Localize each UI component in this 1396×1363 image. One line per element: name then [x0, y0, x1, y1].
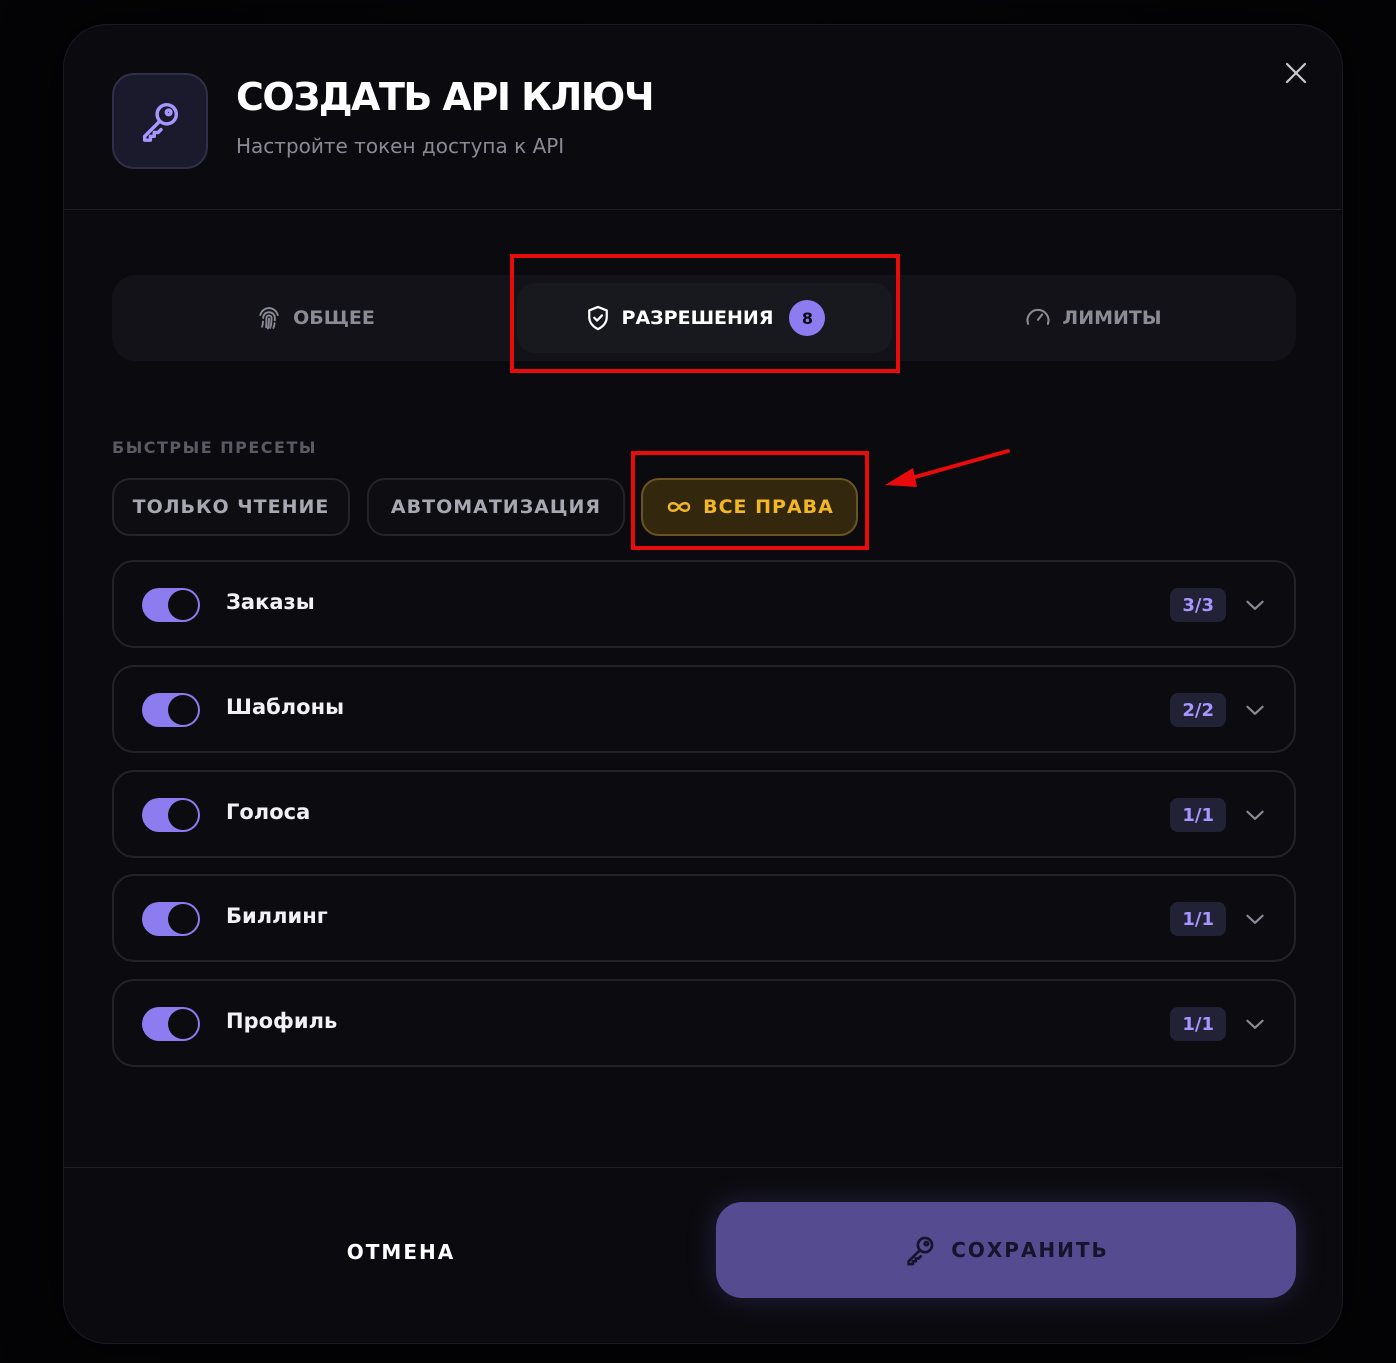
permission-row-billing: Биллинг 1/1 — [112, 874, 1296, 962]
permission-label: Биллинг — [226, 904, 328, 928]
tab-general-label: ОБЩЕЕ — [293, 307, 375, 329]
preset-automation-button[interactable]: АВТОМАТИЗАЦИЯ — [367, 478, 625, 536]
preset-all-rights-label: ВСЕ ПРАВА — [703, 496, 834, 518]
permission-row-templates: Шаблоны 2/2 — [112, 665, 1296, 753]
toggle-knob — [168, 800, 198, 830]
chevron-down-icon[interactable] — [1242, 802, 1268, 828]
permission-label: Голоса — [226, 800, 311, 824]
chevron-down-icon[interactable] — [1242, 906, 1268, 932]
toggle-knob — [168, 1009, 198, 1039]
chevron-down-icon[interactable] — [1242, 592, 1268, 618]
tab-permissions-label: РАЗРЕШЕНИЯ — [621, 307, 774, 329]
billing-toggle[interactable] — [142, 902, 200, 936]
shield-check-icon — [587, 305, 608, 331]
tab-bar: ОБЩЕЕ РАЗРЕШЕНИЯ 8 ЛИМИТЫ — [112, 275, 1296, 361]
toggle-knob — [168, 590, 198, 620]
key-icon-tile — [112, 73, 208, 169]
page-title: СОЗДАТЬ API КЛЮЧ — [236, 75, 655, 119]
tab-limits-label: ЛИМИТЫ — [1062, 307, 1162, 329]
toggle-knob — [168, 695, 198, 725]
close-icon — [1285, 62, 1307, 84]
permission-label: Шаблоны — [226, 695, 345, 719]
key-icon — [907, 1236, 934, 1266]
permission-row-profile: Профиль 1/1 — [112, 979, 1296, 1067]
orders-toggle[interactable] — [142, 588, 200, 622]
key-icon — [142, 102, 179, 142]
page-subtitle: Настройте токен доступа к API — [236, 134, 565, 158]
permission-count: 1/1 — [1170, 902, 1226, 936]
permission-count: 2/2 — [1170, 693, 1226, 727]
create-api-key-modal: СОЗДАТЬ API КЛЮЧ Настройте токен доступа… — [63, 24, 1343, 1344]
preset-automation-label: АВТОМАТИЗАЦИЯ — [390, 496, 602, 518]
permission-row-orders: Заказы 3/3 — [112, 560, 1296, 648]
permission-row-voices: Голоса 1/1 — [112, 770, 1296, 858]
voices-toggle[interactable] — [142, 798, 200, 832]
modal-footer: ОТМЕНА СОХРАНИТЬ — [64, 1167, 1342, 1343]
profile-toggle[interactable] — [142, 1007, 200, 1041]
close-button[interactable] — [1282, 59, 1310, 87]
save-button[interactable]: СОХРАНИТЬ — [716, 1202, 1296, 1298]
chevron-down-icon[interactable] — [1242, 1011, 1268, 1037]
preset-read-only-label: ТОЛЬКО ЧТЕНИЕ — [132, 496, 330, 518]
permissions-count-badge: 8 — [789, 300, 826, 336]
presets-heading: БЫСТРЫЕ ПРЕСЕТЫ — [112, 438, 317, 457]
permission-label: Заказы — [226, 590, 315, 614]
preset-all-rights-button[interactable]: ВСЕ ПРАВА — [641, 478, 858, 536]
permission-count: 3/3 — [1170, 588, 1226, 622]
save-button-label: СОХРАНИТЬ — [951, 1238, 1109, 1262]
modal-header: СОЗДАТЬ API КЛЮЧ Настройте токен доступа… — [64, 25, 1342, 210]
tab-limits[interactable]: ЛИМИТЫ — [898, 283, 1288, 353]
tab-permissions[interactable]: РАЗРЕШЕНИЯ 8 — [517, 283, 892, 353]
cancel-button[interactable]: ОТМЕНА — [112, 1204, 690, 1300]
chevron-down-icon[interactable] — [1242, 697, 1268, 723]
permission-count: 1/1 — [1170, 1007, 1226, 1041]
toggle-knob — [168, 904, 198, 934]
infinity-icon — [667, 502, 691, 512]
annotation-arrow-icon — [885, 449, 1010, 487]
tab-general[interactable]: ОБЩЕЕ — [120, 283, 510, 353]
templates-toggle[interactable] — [142, 693, 200, 727]
preset-read-only-button[interactable]: ТОЛЬКО ЧТЕНИЕ — [112, 478, 350, 536]
fingerprint-icon — [259, 307, 279, 330]
permission-label: Профиль — [226, 1009, 338, 1033]
gauge-icon — [1026, 308, 1050, 325]
permission-count: 1/1 — [1170, 798, 1226, 832]
